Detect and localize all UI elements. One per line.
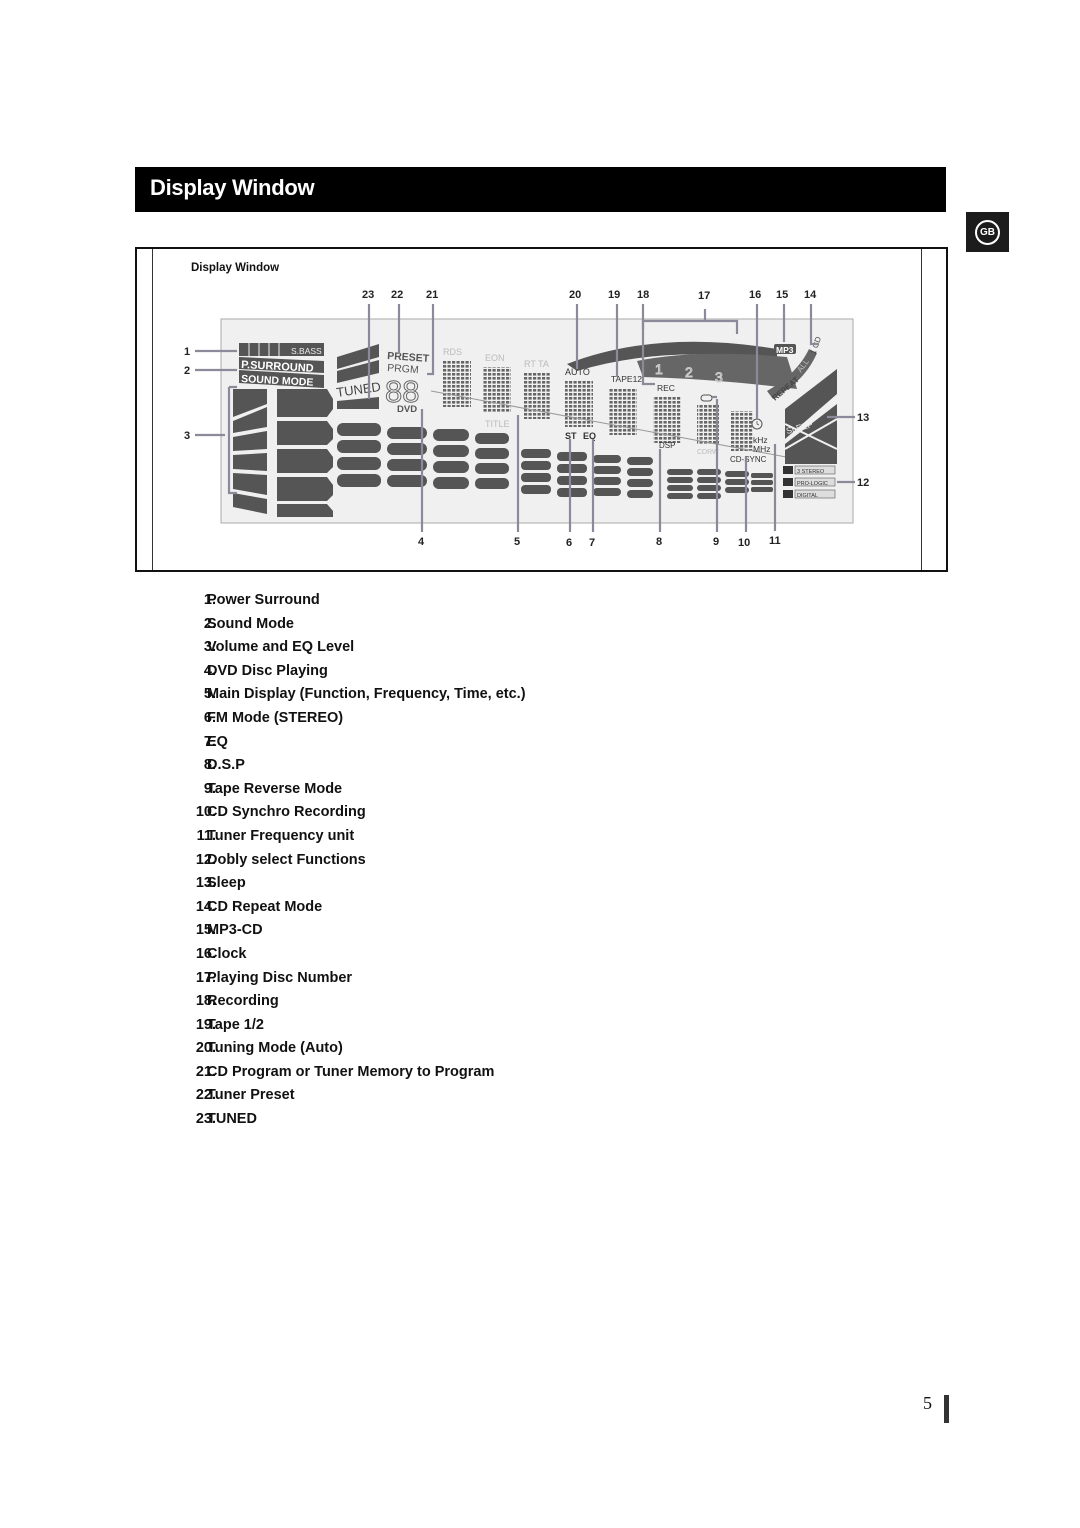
callout-2: 2 [184,365,190,377]
callout-11: 11 [769,535,781,547]
dsp-label: DSP [659,441,675,450]
lcd-diagram: S.BASS P.SURROUND SOUND MODE TUNED PRESE… [184,289,869,549]
legend-label: Sound Mode [207,615,294,632]
callout-23: 23 [362,289,374,301]
stereo3-label: 3 STEREO [797,469,825,475]
legend-label: Sleep [207,875,246,892]
mp3-label: MP3 [776,345,794,355]
section-title-bar: Display Window [135,167,946,212]
pro-logic-label: PRO-LOGIC [797,481,828,487]
callout-20: 20 [569,289,581,301]
title-label: TITLE [485,419,510,429]
legend-label: Dobly select Functions [207,851,366,868]
callout-8: 8 [656,536,662,548]
language-badge: GB [975,220,1000,245]
sbass-label: S.BASS [291,346,322,356]
legend-label: Tuner Preset [207,1087,295,1104]
callout-16: 16 [749,289,761,301]
legend-label: TUNED [207,1111,257,1128]
callout-5: 5 [514,536,520,548]
legend-label: Tape Reverse Mode [207,780,343,797]
page-number: 5 [923,1393,932,1413]
cd-sync-label: CD-SYNC [730,455,767,464]
cdrw-label: CDRW [697,449,719,456]
callout-1: 1 [184,346,190,358]
mhz-label: MHz [753,444,770,454]
legend-label: Power Surround [207,592,320,608]
disc-1: 1 [655,361,663,377]
rec-label: REC [657,383,675,393]
page-marker-bar [944,1395,949,1423]
legend-label: Main Display (Function, Frequency, Time,… [207,686,526,703]
section-title: Display Window [150,175,315,200]
callout-9: 9 [713,536,719,548]
legend-label: D.S.P [207,757,245,774]
callout-22: 22 [391,289,403,301]
digital-label: DIGITAL [797,493,818,499]
legend-label: DVD Disc Playing [207,662,328,679]
legend-label: Clock [207,945,247,962]
legend-label: EQ [207,733,228,750]
rds-label: RDS [443,347,462,357]
legend-label: Volume and EQ Level [207,639,355,656]
legend-label: Tuning Mode (Auto) [207,1040,343,1057]
callout-12: 12 [857,477,869,489]
callout-4: 4 [418,536,425,548]
legend-label: MP3-CD [207,922,263,939]
callout-15: 15 [776,289,788,301]
callout-14: 14 [804,289,817,301]
legend-label: CD Synchro Recording [207,804,366,821]
legend-label: Tape 1/2 [207,1016,264,1033]
legend-label: FM Mode (STEREO) [207,709,344,726]
rt-ta-label: RT TA [524,359,549,369]
legend-label: Recording [207,993,279,1010]
callout-19: 19 [608,289,620,301]
callout-3: 3 [184,430,190,442]
legend-label: CD Repeat Mode [207,898,323,915]
legend-label: Tuner Frequency unit [207,827,355,844]
dolby-functions: 3 STEREO PRO-LOGIC DIGITAL [783,465,836,499]
callout-13: 13 [857,412,869,424]
dvd-label: DVD [397,404,417,415]
callout-7: 7 [589,537,595,549]
language-tab: GB [966,212,1009,252]
callout-6: 6 [566,537,572,549]
callout-17: 17 [698,290,710,302]
legend-label: CD Program or Tuner Memory to Program [207,1063,495,1080]
sound-indicators: S.BASS P.SURROUND SOUND MODE [239,343,324,389]
tape12-label: TAPE12 [611,374,642,384]
callout-21: 21 [426,289,438,301]
display-window-figure: Display Window S.BASS P.SURROUND SOUND M… [135,247,948,572]
legend-label: Playing Disc Number [207,969,353,986]
callout-18: 18 [637,289,649,301]
callout-10: 10 [738,537,750,549]
eon-label: EON [485,353,505,363]
disc-3: 3 [715,369,723,385]
disc-2: 2 [685,364,693,380]
